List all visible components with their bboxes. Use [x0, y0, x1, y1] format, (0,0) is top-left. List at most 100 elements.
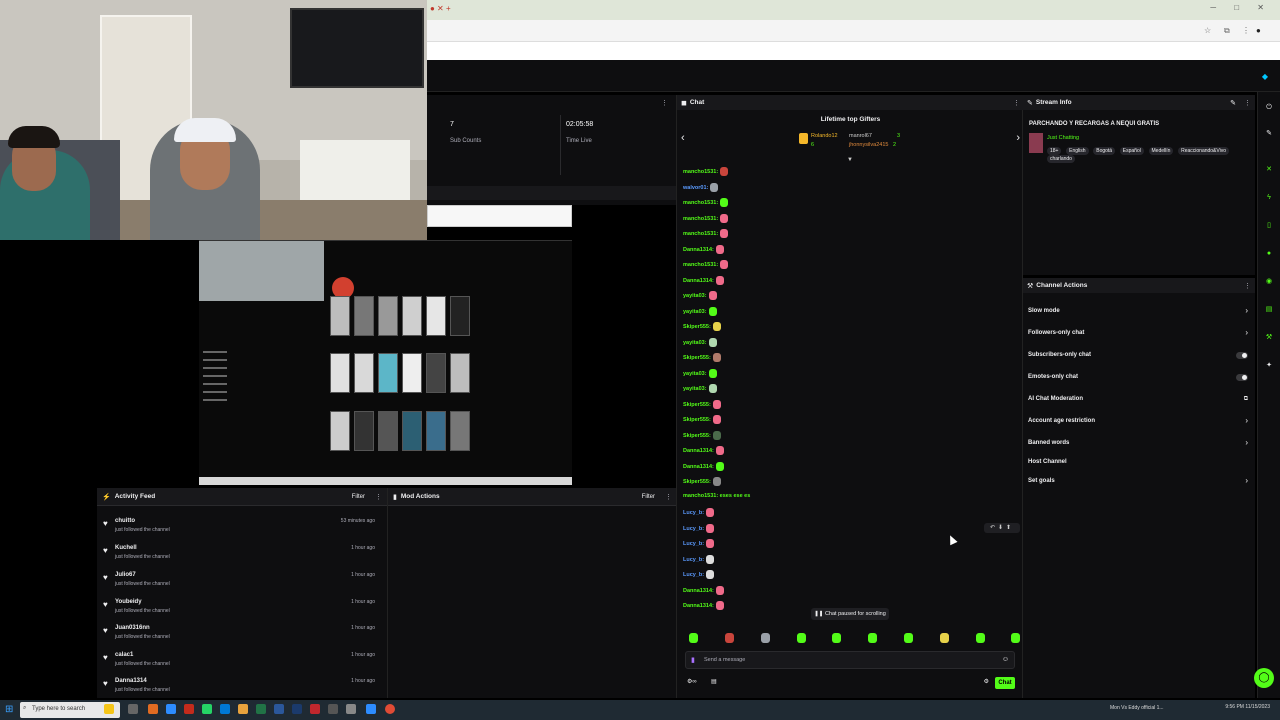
chat-message[interactable]: Lucy_b: [683, 570, 715, 582]
chat-message[interactable]: mancho1531: eses ese es [683, 493, 750, 505]
app-icon[interactable] [220, 704, 230, 714]
chat-message[interactable]: yayita03: [683, 306, 717, 319]
wrench-icon[interactable]: ⚒ [1263, 332, 1275, 344]
chat-username[interactable]: Danna1314: [683, 448, 714, 454]
emote-icon[interactable] [689, 633, 698, 643]
phone-icon[interactable]: ▯ [1263, 220, 1275, 232]
chat-icon[interactable]: ● [1263, 248, 1275, 260]
chat-message[interactable]: Skiper555: [683, 322, 721, 334]
chat-username[interactable]: mancho1531: [683, 231, 718, 237]
chat-username[interactable]: Danna1314: [683, 277, 714, 283]
cross-icon[interactable]: ✕ [1263, 164, 1275, 176]
chat-username[interactable]: Skiper555: [683, 355, 711, 361]
chat-username[interactable]: Skiper555: [683, 324, 711, 330]
emote-icon[interactable] [761, 633, 770, 643]
browser-tab-icons[interactable]: ● ✕ + [430, 4, 460, 14]
emote-icon[interactable] [904, 633, 913, 643]
chat-message[interactable]: Skiper555: [683, 415, 721, 427]
windows-start-icon[interactable]: ⊞ [5, 704, 13, 715]
chat-message[interactable]: Danna1314: [683, 601, 724, 613]
host-channel-option[interactable]: Host Channel [1028, 457, 1250, 471]
power-icon[interactable]: ⏻ [1263, 102, 1275, 114]
message-hover-actions[interactable]: ↶⬇⬆ [984, 523, 1020, 533]
followers-only-option[interactable]: Followers-only chat › [1028, 328, 1250, 342]
chat-username[interactable]: yayita03: [683, 386, 707, 392]
chat-username[interactable]: Danna1314: [683, 246, 714, 252]
chat-username[interactable]: Skiper555: [683, 401, 711, 407]
settings-icon[interactable]: ⚙∞ [687, 678, 697, 685]
more-icon[interactable]: ⋮ [1244, 99, 1251, 107]
emote-icon[interactable] [797, 633, 806, 643]
broadcast-icon[interactable]: ◉ [1263, 276, 1275, 288]
gifter-name[interactable]: jhonnysilva2415 [849, 142, 888, 148]
subscribers-only-toggle[interactable] [1236, 352, 1248, 359]
window-controls[interactable]: ─ □ ✕ [1210, 3, 1272, 12]
chevron-down-icon[interactable]: ▼ [847, 157, 853, 163]
chat-username[interactable]: yayita03: [683, 370, 707, 376]
send-chat-button[interactable]: Chat [995, 677, 1015, 689]
chat-input[interactable]: ▮ Send a message ☺ [685, 651, 1015, 669]
app-icon[interactable] [202, 704, 212, 714]
bits-icon[interactable]: ▮ [691, 656, 695, 664]
gifter-name[interactable]: Rolando12 [811, 133, 838, 139]
stream-category[interactable]: Just Chatting [1047, 135, 1079, 141]
activity-filter-button[interactable]: Filter [352, 494, 365, 500]
chat-message[interactable]: Lucy_b: [683, 539, 715, 551]
chat-message[interactable]: mancho1531: [683, 260, 729, 272]
emote-icon[interactable] [832, 633, 841, 643]
chat-message[interactable]: yayita03: [683, 291, 717, 303]
app-icon[interactable] [104, 704, 114, 714]
chat-username[interactable]: Lucy_b: [683, 525, 704, 531]
pen-icon[interactable]: ✎ [1263, 128, 1275, 140]
chevron-right-icon[interactable]: › [1016, 132, 1020, 144]
chat-username[interactable]: Skiper555: [683, 432, 711, 438]
chat-username[interactable]: mancho1531: eses ese es [683, 493, 750, 499]
help-chat-button[interactable]: ◯ [1254, 668, 1274, 688]
chat-username[interactable]: yayita03: [683, 339, 707, 345]
chevron-left-icon[interactable]: ‹ [681, 132, 685, 144]
chat-username[interactable]: yayita03: [683, 308, 707, 314]
bolt-icon[interactable]: ϟ [1263, 192, 1275, 204]
chat-message[interactable]: yayita03: [683, 384, 717, 396]
emote-icon[interactable] [976, 633, 985, 643]
chat-username[interactable]: Skiper555: [683, 417, 711, 423]
chat-username[interactable]: yayita03: [683, 293, 707, 299]
chat-username[interactable]: walvor01: [683, 184, 708, 190]
clock-time[interactable]: 9:56 PM [1225, 704, 1244, 710]
account-age-option[interactable]: Account age restriction › [1028, 416, 1250, 430]
chat-message[interactable]: walvor01: [683, 182, 719, 195]
chat-message[interactable]: mancho1531: [683, 229, 729, 241]
users-icon[interactable]: ▤ [711, 678, 717, 685]
puzzle-icon[interactable]: ✦ [1263, 360, 1275, 372]
chat-message[interactable]: Lucy_b: [683, 508, 715, 520]
chat-username[interactable]: Skiper555: [683, 479, 711, 485]
chat-message[interactable]: Danna1314: [683, 275, 724, 288]
app-icon[interactable] [274, 704, 284, 714]
taskbar-notification[interactable]: Mon Vs Eddy official 1... [1110, 705, 1164, 711]
emoji-icon[interactable]: ☺ [1002, 656, 1009, 663]
app-icon[interactable] [184, 704, 194, 714]
banned-words-option[interactable]: Banned words › [1028, 438, 1250, 452]
chat-message[interactable]: mancho1531: [683, 198, 729, 210]
set-goals-option[interactable]: Set goals › [1028, 476, 1250, 490]
extensions-icon[interactable]: ⧉ [1224, 26, 1230, 36]
feed-user[interactable]: Youbeidy [115, 599, 142, 605]
chat-username[interactable]: mancho1531: [683, 200, 718, 206]
chat-message[interactable]: yayita03: [683, 368, 717, 381]
chat-username[interactable]: Danna1314: [683, 587, 714, 593]
chat-message[interactable]: Danna1314: [683, 585, 724, 598]
stats-more-icon[interactable]: ⋮ [661, 99, 668, 107]
app-icon[interactable] [366, 704, 376, 714]
more-icon[interactable]: ⋮ [375, 493, 382, 501]
chat-username[interactable]: Lucy_b: [683, 541, 704, 547]
feed-user[interactable]: Juan0316nn [115, 625, 150, 631]
more-icon[interactable]: ⋮ [665, 493, 672, 501]
clock-date[interactable]: 11/15/2023 [1245, 704, 1270, 710]
chat-username[interactable]: Danna1314: [683, 603, 714, 609]
ai-moderation-option[interactable]: AI Chat Moderation ⧉ [1028, 394, 1250, 408]
feed-user[interactable]: Kuchell [115, 545, 137, 551]
emote-icon[interactable] [868, 633, 877, 643]
chat-message[interactable]: mancho1531: [683, 213, 729, 226]
chat-username[interactable]: Danna1314: [683, 463, 714, 469]
app-icon[interactable] [256, 704, 266, 714]
